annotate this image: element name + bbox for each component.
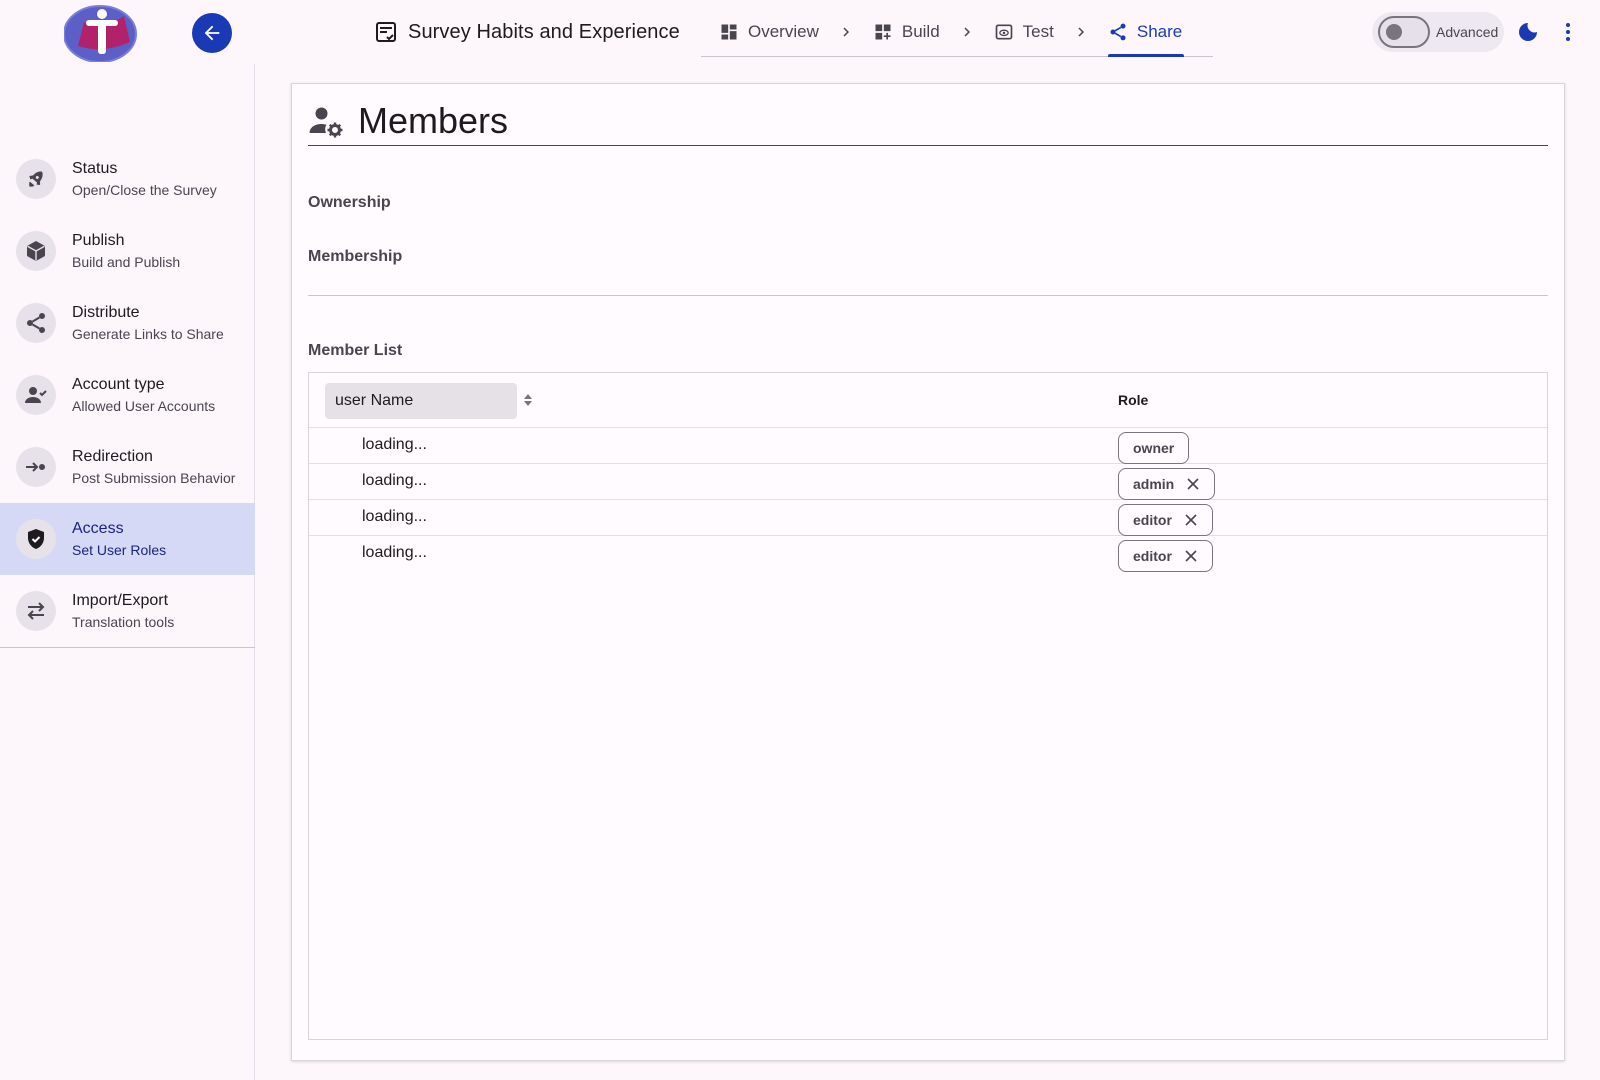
tab-share[interactable]: Share	[1090, 8, 1200, 57]
chevron-right-icon	[1072, 23, 1090, 41]
sidebar-item-title: Import/Export	[72, 592, 169, 609]
role-chip-label: editor	[1133, 512, 1172, 528]
survey-list-icon	[376, 22, 396, 42]
close-icon[interactable]	[1184, 549, 1198, 563]
member-name: loading...	[362, 544, 427, 561]
workflow-steps: Overview Build Test Share	[701, 8, 1213, 57]
role-chip-label: admin	[1133, 476, 1175, 492]
sidebar-item-subtitle: Allowed User Accounts	[72, 398, 216, 414]
tab-test-label: Test	[1022, 22, 1054, 41]
more-vert-icon[interactable]	[1556, 20, 1580, 44]
person-check-icon	[16, 375, 56, 415]
sidebar-item-subtitle: Set User Roles	[72, 542, 167, 558]
sidebar-item-account-type[interactable]: Account type Allowed User Accounts	[0, 359, 255, 431]
swap-icon	[16, 591, 56, 631]
role-chip[interactable]: editor	[1118, 540, 1213, 572]
build-grid-icon	[875, 24, 891, 40]
tab-overview[interactable]: Overview	[701, 8, 837, 56]
back-button[interactable]	[192, 13, 232, 53]
manage-accounts-icon	[309, 107, 343, 137]
member-list-heading: Member List	[308, 342, 403, 359]
app-logo[interactable]	[63, 2, 140, 63]
sidebar-item-subtitle: Post Submission Behavior	[72, 470, 236, 486]
tab-build-label: Build	[901, 22, 940, 41]
table-header: user Name Role	[309, 373, 1547, 428]
advanced-label: Advanced	[1436, 24, 1499, 40]
share-icon	[1110, 23, 1126, 41]
arrow-left-icon	[204, 25, 220, 41]
advanced-toggle[interactable]: Advanced	[1372, 12, 1504, 52]
page-title: Members	[308, 96, 1548, 146]
sidebar-item-subtitle: Generate Links to Share	[72, 326, 224, 342]
rocket-icon	[16, 159, 56, 199]
role-chip-label: owner	[1133, 440, 1175, 456]
member-name: loading...	[362, 472, 427, 489]
advanced-switch[interactable]	[1378, 16, 1430, 48]
sidebar-item-title: Publish	[72, 232, 125, 249]
sidebar-item-title: Status	[72, 160, 118, 177]
member-name: loading...	[362, 508, 427, 525]
share-icon	[16, 303, 56, 343]
membership-heading: Membership	[308, 248, 403, 265]
sidebar-item-subtitle: Translation tools	[72, 614, 175, 630]
sidebar-item-access[interactable]: Access Set User Roles	[0, 503, 255, 575]
username-column-header[interactable]: user Name	[325, 383, 517, 419]
cube-icon	[16, 231, 56, 271]
tab-share-label: Share	[1136, 22, 1183, 41]
role-chip[interactable]: admin	[1118, 468, 1216, 500]
survey-title: Survey Habits and Experience	[374, 18, 680, 46]
tab-test[interactable]: Test	[976, 8, 1072, 56]
chevron-right-icon	[837, 23, 855, 41]
section-divider	[308, 295, 1548, 296]
page-title-text: Members	[358, 99, 509, 141]
close-icon[interactable]	[1184, 513, 1198, 527]
table-row: loading... editor	[309, 500, 1547, 536]
sidebar-item-status[interactable]: Status Open/Close the Survey	[0, 143, 255, 215]
top-app-bar: Survey Habits and Experience Overview Bu…	[0, 0, 1600, 64]
table-row: loading... admin	[309, 464, 1547, 500]
tab-overview-label: Overview	[748, 22, 819, 41]
tab-build[interactable]: Build	[855, 8, 958, 56]
dashboard-icon	[721, 24, 737, 40]
close-icon[interactable]	[1186, 477, 1200, 491]
sidebar-item-redirection[interactable]: Redirection Post Submission Behavior	[0, 431, 255, 503]
chevron-right-icon	[958, 23, 976, 41]
sidebar-item-title: Redirection	[72, 448, 153, 465]
sidebar-item-distribute[interactable]: Distribute Generate Links to Share	[0, 287, 255, 359]
shield-icon	[16, 519, 56, 559]
role-chip[interactable]: editor	[1118, 504, 1213, 536]
sidebar-item-import-export[interactable]: Import/Export Translation tools	[0, 575, 255, 647]
preview-icon	[995, 24, 1013, 40]
username-column-label: user Name	[335, 392, 414, 409]
sidebar-item-subtitle: Open/Close the Survey	[72, 182, 217, 198]
sidebar-item-title: Access	[72, 520, 124, 537]
sidebar-item-publish[interactable]: Publish Build and Publish	[0, 215, 255, 287]
table-row: loading... editor	[309, 536, 1547, 572]
members-panel: Members Ownership Membership Member List…	[291, 83, 1565, 1061]
member-table: user Name Role loading... owner loading.…	[308, 372, 1548, 1040]
member-name: loading...	[362, 436, 427, 453]
sidebar-item-title: Distribute	[72, 304, 140, 321]
sidebar: Status Open/Close the Survey Publish Bui…	[0, 64, 255, 1080]
role-chip-label: editor	[1133, 548, 1172, 564]
sidebar-item-subtitle: Build and Publish	[72, 254, 181, 270]
sidebar-nav-list: Status Open/Close the Survey Publish Bui…	[0, 143, 255, 648]
ownership-heading: Ownership	[308, 194, 391, 211]
table-row: loading... owner	[309, 428, 1547, 464]
redirect-icon	[16, 447, 56, 487]
dark-mode-icon[interactable]	[1516, 20, 1540, 44]
survey-title-text: Survey Habits and Experience	[408, 20, 680, 43]
sidebar-item-title: Account type	[72, 376, 165, 393]
role-chip[interactable]: owner	[1118, 432, 1190, 464]
sort-icon[interactable]	[523, 393, 533, 407]
role-column-header: Role	[1118, 392, 1149, 408]
